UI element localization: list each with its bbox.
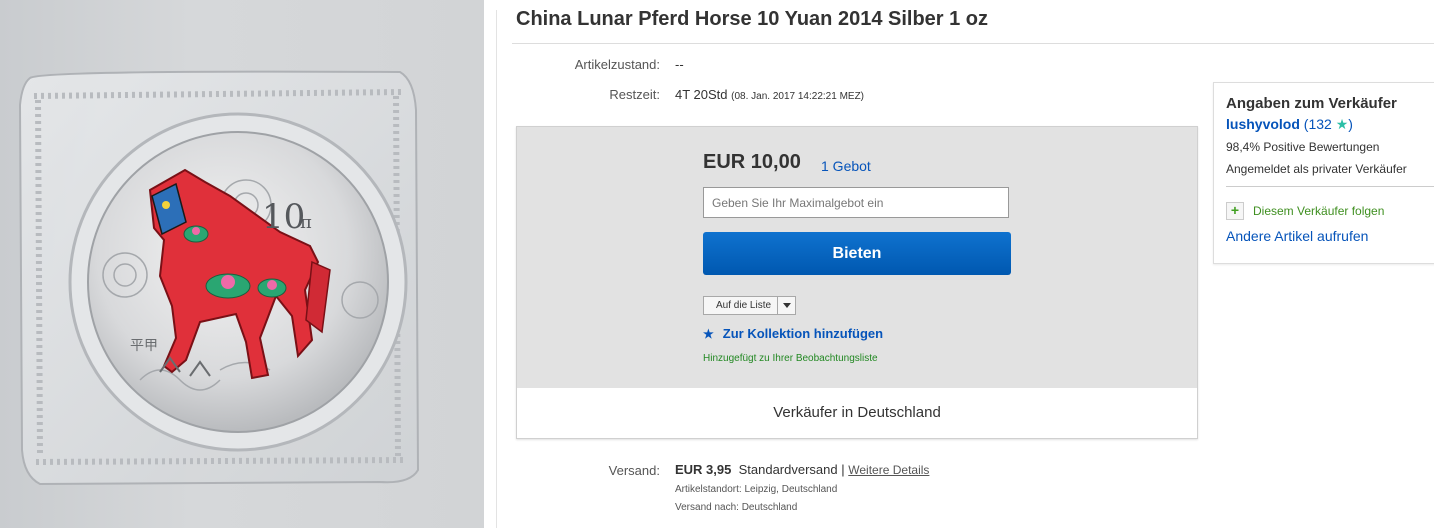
coin-mark: 平甲	[130, 338, 158, 354]
title-divider	[512, 43, 1434, 44]
remaining-time: 4T 20Std (08. Jan. 2017 14:22:21 MEZ)	[675, 87, 864, 102]
remaining-value: 4T 20Std	[675, 87, 728, 102]
page-title: China Lunar Pferd Horse 10 Yuan 2014 Sil…	[516, 8, 989, 30]
bid-panel: EUR 10,00 1 Gebot Bieten Auf die Liste ★…	[517, 127, 1197, 388]
shipping-label: Versand:	[608, 463, 660, 478]
seller-location: Verkäufer in Deutschland	[773, 404, 941, 421]
shipping-method: Standardversand	[738, 462, 838, 477]
seller-name-row: lushyvolod (132 ★)	[1226, 116, 1353, 133]
seller-info-box: Angaben zum Verkäufer lushyvolod (132 ★)…	[1213, 82, 1434, 264]
plus-icon: +	[1226, 202, 1244, 220]
bid-count-link[interactable]: 1 Gebot	[821, 158, 871, 174]
follow-seller-link[interactable]: + Diesem Verkäufer folgen	[1226, 202, 1384, 220]
ships-to: Versand nach: Deutschland	[675, 502, 798, 513]
add-to-list-label: Auf die Liste	[716, 300, 772, 311]
coin-unit-glyph: π	[300, 212, 312, 233]
auction-end-date: (08. Jan. 2017 14:22:21 MEZ)	[731, 91, 865, 102]
shipping-price: EUR 3,95	[675, 462, 732, 477]
remaining-label: Restzeit:	[609, 87, 660, 102]
condition-value: --	[675, 57, 684, 72]
positive-feedback: 98,4% Positive Bewertungen	[1226, 140, 1380, 154]
shipping-details-link[interactable]: Weitere Details	[848, 463, 929, 477]
seller-type: Angemeldet als privater Verkäufer	[1226, 162, 1407, 176]
shipping-separator: |	[841, 462, 845, 477]
shipping-info: EUR 3,95 Standardversand | Weitere Detai…	[675, 462, 929, 477]
chevron-down-icon[interactable]	[777, 297, 795, 314]
add-to-list-dropdown[interactable]: Auf die Liste	[703, 296, 797, 315]
add-collection-link[interactable]: ★ Zur Kollektion hinzufügen	[703, 326, 883, 341]
feedback-score-link[interactable]: 132	[1308, 116, 1331, 132]
feedback-close-paren: )	[1348, 116, 1353, 132]
star-icon: ★	[1335, 116, 1349, 132]
coin-denomination: 10	[262, 197, 305, 237]
follow-seller-label: Diesem Verkäufer folgen	[1253, 204, 1385, 218]
item-location: Artikelstandort: Leipzig, Deutschland	[675, 484, 838, 495]
image-divider	[496, 10, 497, 528]
coin-photo: 10 π 平甲	[18, 70, 420, 486]
seller-name-link[interactable]: lushyvolod	[1226, 116, 1300, 132]
condition-label: Artikelzustand:	[574, 57, 660, 72]
star-icon: ★	[703, 326, 714, 341]
seller-divider	[1226, 186, 1434, 187]
current-price: EUR 10,00	[703, 151, 801, 173]
bid-box: EUR 10,00 1 Gebot Bieten Auf die Liste ★…	[516, 126, 1198, 439]
add-collection-label: Zur Kollektion hinzufügen	[722, 326, 884, 341]
other-items-link[interactable]: Andere Artikel aufrufen	[1226, 228, 1368, 244]
product-image[interactable]: 10 π 平甲	[0, 0, 484, 528]
seller-heading: Angaben zum Verkäufer	[1226, 95, 1397, 112]
bid-button[interactable]: Bieten	[703, 232, 1011, 275]
max-bid-input[interactable]	[703, 187, 1009, 218]
watchlist-note: Hinzugefügt zu Ihrer Beobachtungsliste	[703, 353, 878, 364]
